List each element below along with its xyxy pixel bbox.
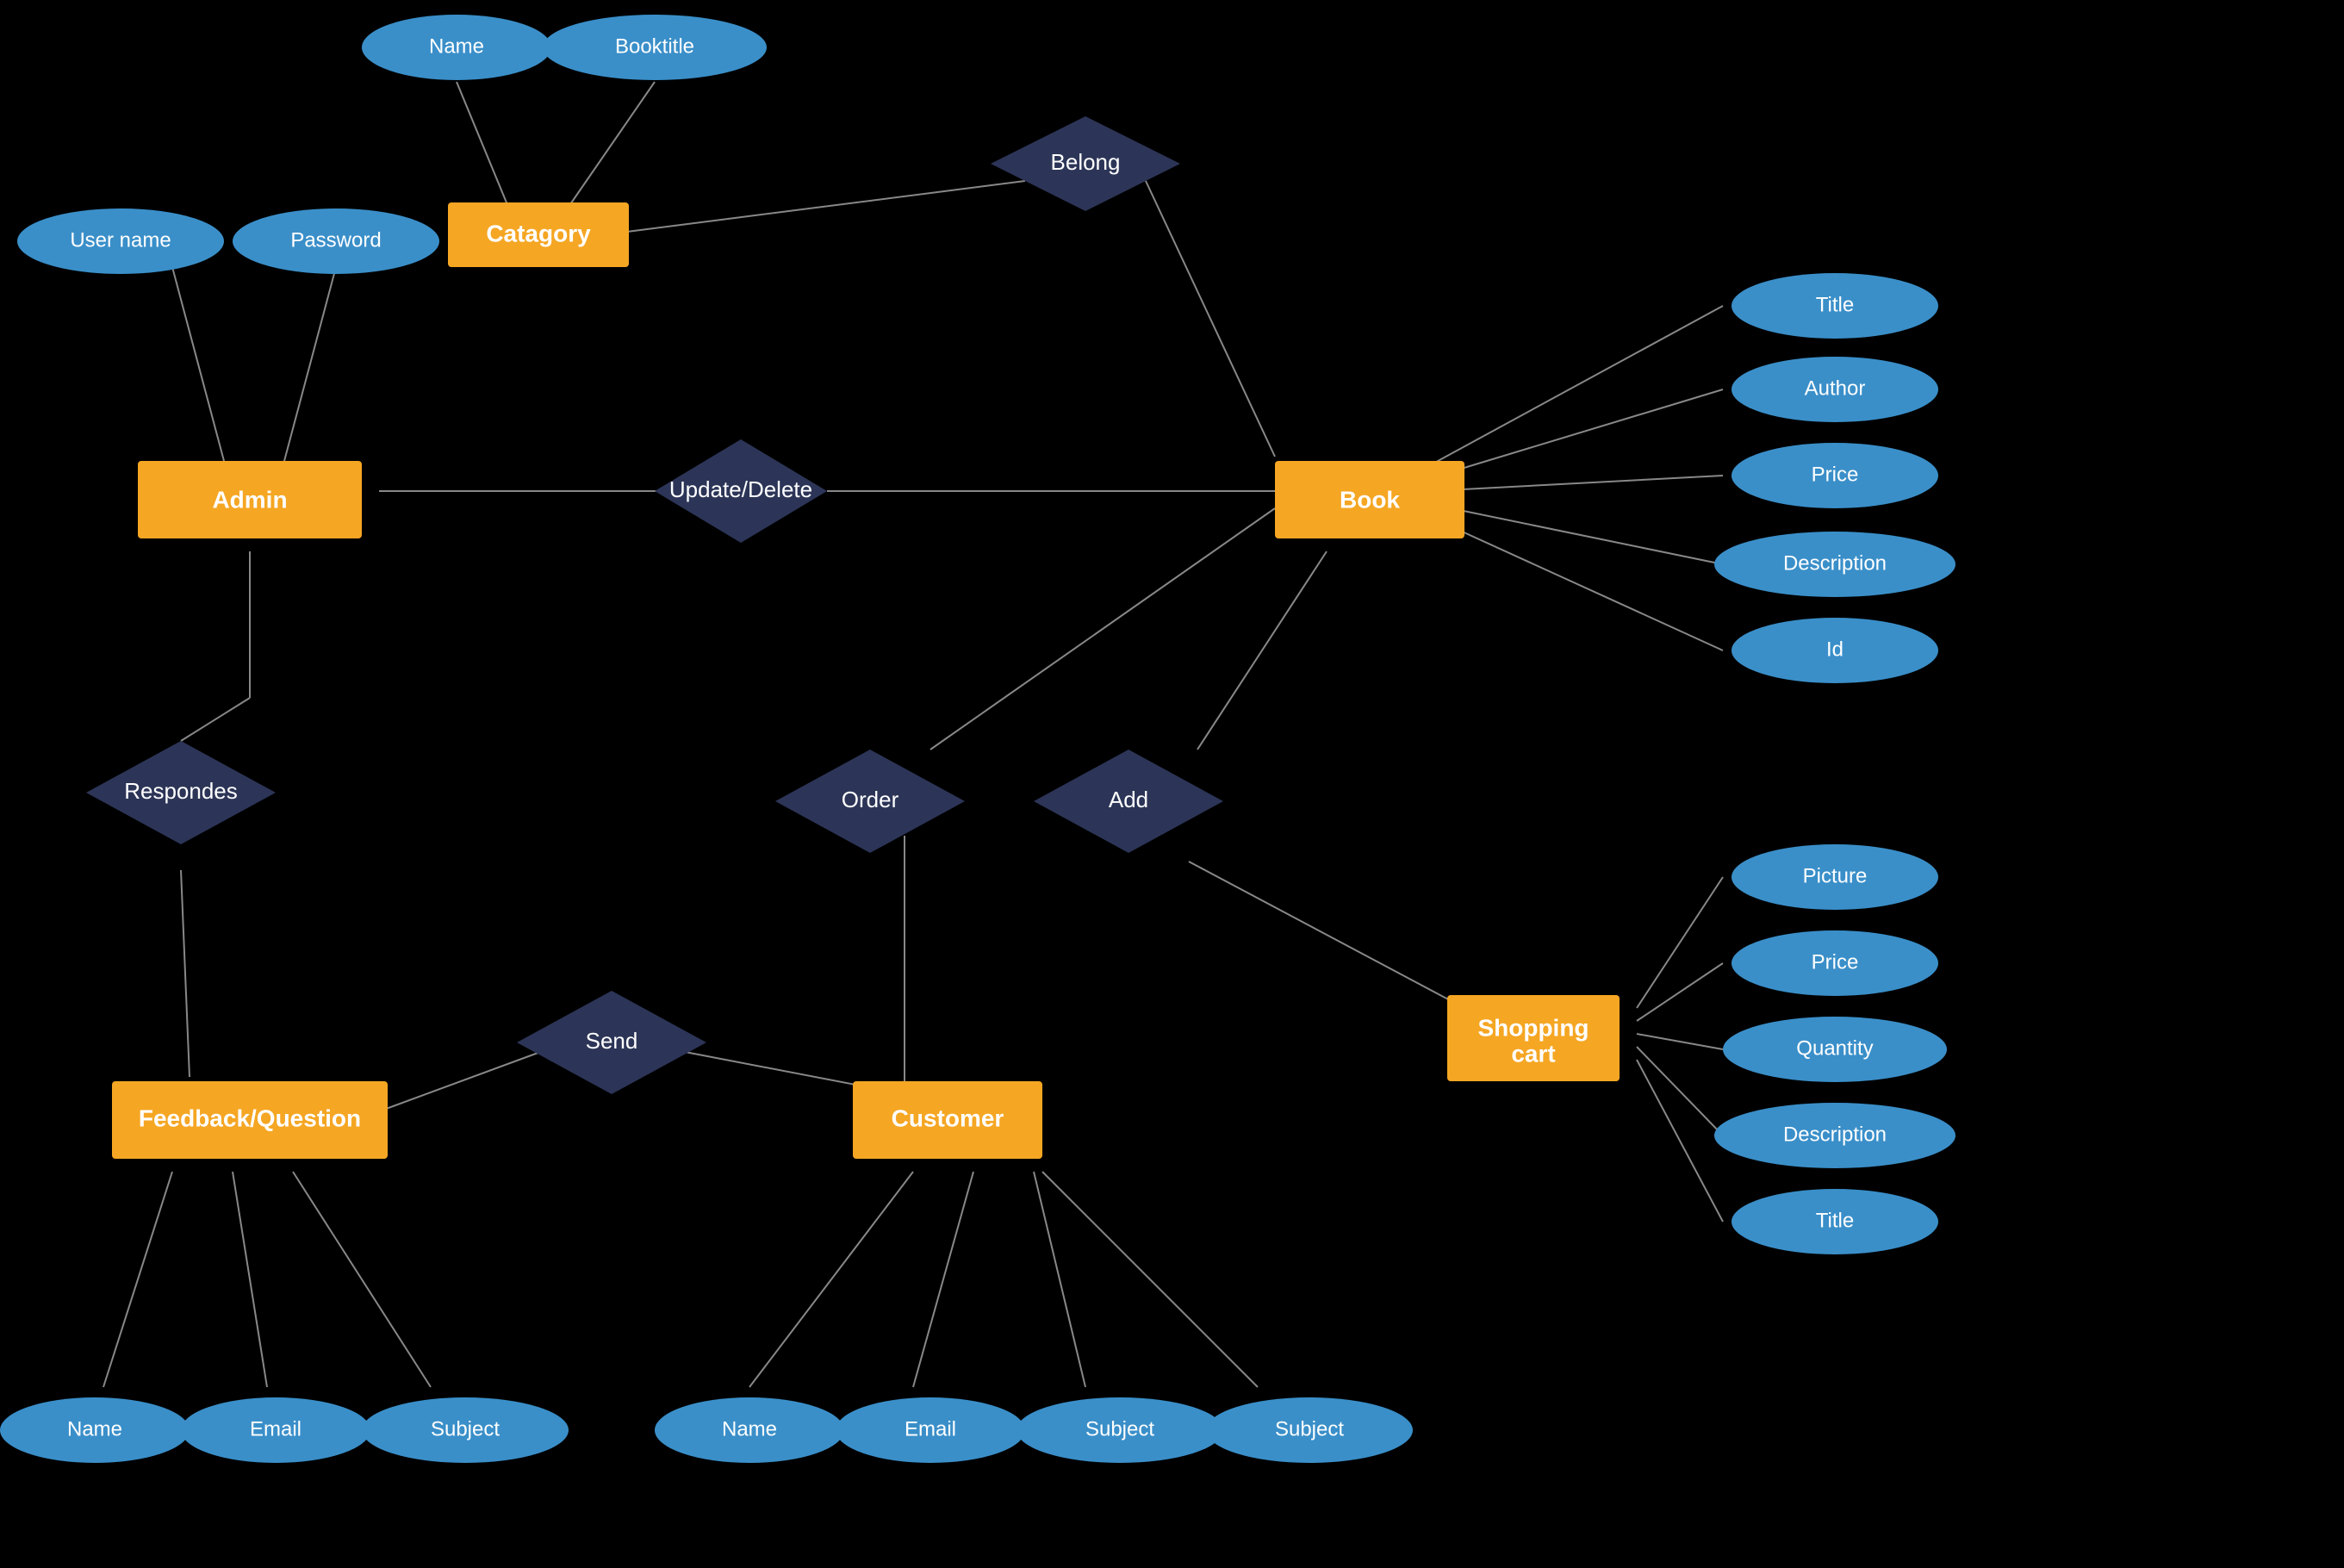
attr-title-book-label: Title [1816,293,1854,316]
attr-fb-email-label: Email [250,1417,302,1440]
attr-cust-email-label: Email [905,1417,956,1440]
entity-admin-label: Admin [212,486,287,513]
rel-belong-label: Belong [1051,149,1121,175]
rel-order-label: Order [842,787,899,812]
attr-cust-subject2-label: Subject [1275,1417,1344,1440]
entity-shoppingcart-label: Shopping [1477,1014,1589,1041]
attr-id-label: Id [1826,638,1843,661]
attr-booktitle-label: Booktitle [615,34,694,58]
attr-cust-name-label: Name [722,1417,777,1440]
attr-description-cart-label: Description [1783,1123,1887,1146]
entity-feedback-label: Feedback/Question [139,1104,361,1131]
er-diagram: Admin Book Catagory Customer Feedback/Qu… [0,0,2344,1568]
attr-fb-subject-label: Subject [431,1417,500,1440]
attr-price-cart-label: Price [1812,950,1859,974]
attr-title-cart-label: Title [1816,1209,1854,1232]
rel-send-label: Send [586,1028,638,1054]
attr-quantity-label: Quantity [1796,1036,1873,1060]
attr-username-label: User name [70,228,171,252]
attr-fb-name-label: Name [67,1417,122,1440]
entity-catagory-label: Catagory [486,220,591,246]
entity-shoppingcart-label2: cart [1511,1040,1555,1067]
entity-book-label: Book [1340,486,1400,513]
attr-price-book-label: Price [1812,463,1859,486]
attr-picture-label: Picture [1803,864,1868,887]
attr-description-book-label: Description [1783,551,1887,575]
entity-customer-label: Customer [892,1104,1004,1131]
attr-password-label: Password [290,228,381,252]
attr-author-label: Author [1805,376,1866,400]
rel-respondes-label: Respondes [124,778,238,804]
rel-update-delete-label: Update/Delete [669,476,812,502]
attr-cust-subject1-label: Subject [1085,1417,1154,1440]
attr-name-top-label: Name [429,34,484,58]
rel-add-label: Add [1109,787,1148,812]
